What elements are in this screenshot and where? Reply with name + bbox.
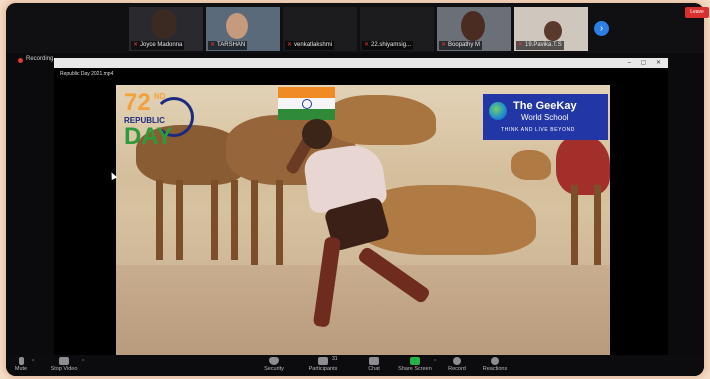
- participant-tile[interactable]: ✕ 19.Pavika.T.S: [514, 7, 588, 51]
- mic-muted-icon: ✕: [441, 42, 447, 48]
- chat-bubble-icon: [369, 357, 379, 365]
- record-icon: [453, 357, 461, 365]
- share-screen-icon: [410, 357, 420, 365]
- camel-shape: [556, 135, 610, 195]
- zoom-meeting-window: ✕ Joyce Madonna ✕ TARSHAN ✕ venkatlakshmi ✕…: [6, 3, 704, 376]
- people-icon: [318, 357, 328, 365]
- meeting-toolbar: Mute ^ Stop Video ^ Security Participant…: [6, 355, 704, 376]
- media-title: Republic Day 2021.mp4: [60, 71, 114, 77]
- share-screen-button[interactable]: Share Screen: [396, 357, 434, 372]
- participant-strip: ✕ Joyce Madonna ✕ TARSHAN ✕ venkatlakshmi ✕…: [6, 3, 704, 53]
- participant-tile[interactable]: ✕ 22.shiyamsig...: [360, 7, 434, 51]
- mic-muted-icon: ✕: [364, 42, 370, 48]
- camel-shape: [511, 150, 551, 180]
- reactions-button[interactable]: Reactions: [480, 357, 510, 372]
- participants-count: 31: [332, 356, 338, 362]
- participant-tile[interactable]: ✕ TARSHAN: [206, 7, 280, 51]
- participant-tile[interactable]: ✕ Joyce Madonna: [129, 7, 203, 51]
- participant-name: TARSHAN: [217, 42, 246, 48]
- mic-muted-icon: ✕: [210, 42, 216, 48]
- participant-video: [544, 21, 562, 41]
- leave-button[interactable]: Leave: [685, 7, 709, 18]
- participant-name: Boopathy M: [448, 42, 481, 48]
- shield-icon: [269, 357, 279, 365]
- security-button[interactable]: Security: [258, 357, 290, 372]
- mic-muted-icon: ✕: [287, 42, 293, 48]
- participant-tile[interactable]: ✕ venkatlakshmi: [283, 7, 357, 51]
- chevron-up-icon[interactable]: ^: [434, 359, 436, 365]
- camel-shape: [326, 95, 436, 145]
- video-camera-icon: [59, 357, 69, 365]
- mic-muted-icon: ✕: [518, 42, 524, 48]
- shared-screen: – ▢ ✕ Republic Day 2021.mp4 72 ND REPUBL…: [54, 58, 668, 360]
- chevron-right-icon: ›: [599, 23, 604, 34]
- republic-day-logo: 72 ND REPUBLIC DAY: [124, 91, 194, 153]
- participant-video: [226, 13, 248, 39]
- globe-icon: [489, 102, 507, 120]
- smiley-icon: [491, 357, 499, 365]
- participant-name: Joyce Madonna: [140, 42, 183, 48]
- video-frame: 72 ND REPUBLIC DAY The GeeKay World Scho…: [116, 85, 610, 359]
- chevron-up-icon[interactable]: ^: [82, 359, 84, 365]
- window-controls-icon[interactable]: – ▢ ✕: [628, 59, 665, 66]
- school-logo: The GeeKay World School THINK AND LIVE B…: [483, 94, 608, 140]
- media-titlebar: – ▢ ✕: [54, 58, 668, 68]
- participant-video: [461, 11, 485, 41]
- next-participants-button[interactable]: ›: [594, 21, 609, 36]
- mute-button[interactable]: Mute: [10, 357, 32, 372]
- record-button[interactable]: Record: [444, 357, 470, 372]
- participant-name: 19.Pavika.T.S: [525, 42, 562, 48]
- participant-video: [151, 9, 177, 39]
- indian-flag-icon: [278, 87, 335, 120]
- microphone-icon: [18, 357, 24, 365]
- participant-name: venkatlakshmi: [294, 42, 333, 48]
- record-dot-icon: [18, 58, 23, 63]
- participant-name: 22.shiyamsig...: [371, 42, 412, 48]
- stop-video-button[interactable]: Stop Video: [48, 357, 80, 372]
- chevron-up-icon[interactable]: ^: [32, 359, 34, 365]
- mic-muted-icon: ✕: [133, 42, 139, 48]
- participant-tile[interactable]: ✕ Boopathy M: [437, 7, 511, 51]
- chat-button[interactable]: Chat: [362, 357, 386, 372]
